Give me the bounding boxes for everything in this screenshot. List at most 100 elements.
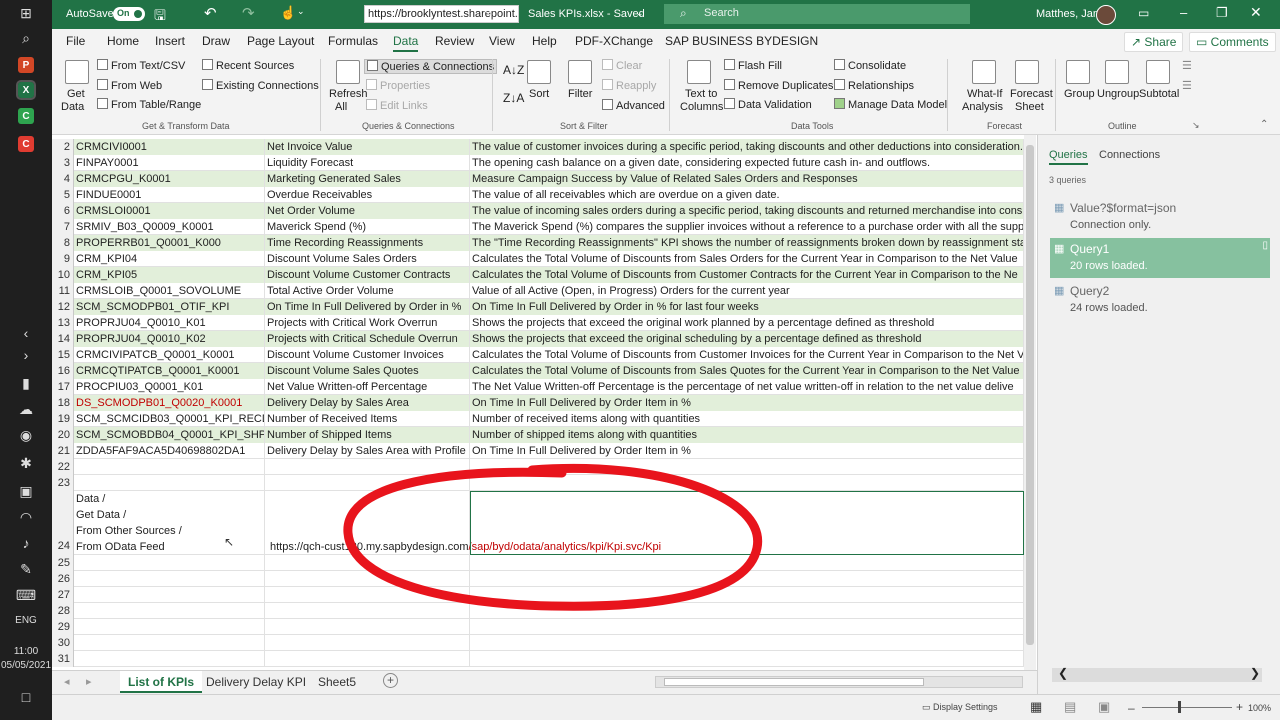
clock-date[interactable]: 05/05/2021 xyxy=(0,659,52,672)
system-tray-icon[interactable]: ▣ xyxy=(13,480,39,502)
document-url-field[interactable]: https://brooklyntest.sharepoint.c xyxy=(364,5,519,23)
notifications-icon[interactable]: □ xyxy=(13,686,39,708)
kpi-name-cell[interactable]: Time Recording Reassignments xyxy=(265,235,470,251)
tab-home[interactable]: Home xyxy=(107,34,139,48)
table-row[interactable]: 29 xyxy=(52,619,1024,635)
kpi-name-cell[interactable]: Discount Volume Customer Invoices xyxy=(265,347,470,363)
kpi-name-cell[interactable]: Net Invoice Value xyxy=(265,139,470,155)
row-number[interactable]: 27 xyxy=(52,587,74,603)
tab-pdf-xchange[interactable]: PDF-XChange xyxy=(575,34,653,48)
hide-detail-icon[interactable]: ☰ xyxy=(1182,79,1192,92)
row-number[interactable]: 28 xyxy=(52,603,74,619)
kpi-name-cell[interactable]: Overdue Receivables xyxy=(265,187,470,203)
kpi-description-cell[interactable]: Calculates the Total Volume of Discounts… xyxy=(470,251,1024,267)
kpi-id-cell[interactable]: CRMCQTIPATCB_Q0001_K0001 xyxy=(74,363,265,379)
kpi-description-cell[interactable]: Number of shipped items along with quant… xyxy=(470,427,1024,443)
comments-button[interactable]: ▭ Comments xyxy=(1189,32,1276,52)
edit-links-button[interactable]: Edit Links xyxy=(366,99,428,112)
data-validation-button[interactable]: Data Validation xyxy=(724,98,812,111)
table-row[interactable]: 13 PROPRJU04_Q0010_K01 Projects with Criti… xyxy=(52,315,1024,331)
group-label[interactable]: Group xyxy=(1064,88,1095,100)
table-row[interactable]: 3 FINPAY0001 Liquidity Forecast The opening… xyxy=(52,155,1024,171)
redo-icon[interactable]: ↷ xyxy=(242,4,255,22)
row-number[interactable]: 10 xyxy=(52,267,74,283)
what-if-label-2[interactable]: Analysis xyxy=(962,101,1003,113)
tab-page-layout[interactable]: Page Layout xyxy=(247,34,314,48)
pane-tab-connections[interactable]: Connections xyxy=(1099,149,1160,161)
close-icon[interactable]: ✕ xyxy=(1250,4,1262,21)
sort-ascending-icon[interactable]: A↓Z xyxy=(503,63,524,77)
what-if-icon[interactable] xyxy=(972,60,996,84)
tab-draw[interactable]: Draw xyxy=(202,34,230,48)
kpi-name-cell[interactable]: Discount Volume Sales Quotes xyxy=(265,363,470,379)
app-red-c-icon[interactable]: C xyxy=(18,136,34,152)
horizontal-scrollbar-thumb[interactable] xyxy=(664,678,924,686)
clear-button[interactable]: Clear xyxy=(602,59,642,72)
kpi-name-cell[interactable]: Number of Received Items xyxy=(265,411,470,427)
table-row[interactable]: 18 DS_SCMODPB01_Q0020_K0001 Delivery Delay… xyxy=(52,395,1024,411)
row-number[interactable]: 4 xyxy=(52,171,74,187)
kpi-name-cell[interactable]: Discount Volume Customer Contracts xyxy=(265,267,470,283)
volume-icon[interactable]: ♪ xyxy=(13,532,39,554)
page-layout-view-icon[interactable]: ▤ xyxy=(1064,699,1076,715)
row-number[interactable]: 25 xyxy=(52,555,74,571)
odata-path-note-cell[interactable]: Data / Get Data / From Other Sources / F… xyxy=(74,491,265,555)
scroll-left-icon[interactable]: ❮ xyxy=(1058,666,1068,680)
kpi-id-cell[interactable]: PROCPIU03_Q0001_K01 xyxy=(74,379,265,395)
table-row[interactable]: 2 CRMCIVI0001 Net Invoice Value The value o… xyxy=(52,139,1024,155)
save-icon[interactable]: 🖫 xyxy=(154,5,166,29)
sheet-tab-delivery-delay[interactable]: Delivery Delay KPI xyxy=(198,671,314,693)
row-number[interactable]: 3 xyxy=(52,155,74,171)
pane-horizontal-scrollbar[interactable] xyxy=(1052,668,1262,682)
consolidate-button[interactable]: Consolidate xyxy=(834,59,906,72)
table-row[interactable]: 4 CRMCPGU_K0001 Marketing Generated Sales M… xyxy=(52,171,1024,187)
filter-label[interactable]: Filter xyxy=(568,88,592,100)
empty-cell[interactable] xyxy=(265,635,470,651)
subtotal-icon[interactable] xyxy=(1146,60,1170,84)
table-row[interactable]: 17 PROCPIU03_Q0001_K01 Net Value Written-o… xyxy=(52,379,1024,395)
refresh-icon[interactable] xyxy=(336,60,360,84)
normal-view-icon[interactable]: ▦ xyxy=(1030,699,1042,715)
zoom-in-icon[interactable]: + xyxy=(1236,700,1243,714)
security-icon[interactable]: ◉ xyxy=(13,424,39,446)
row-number[interactable]: 29 xyxy=(52,619,74,635)
kpi-id-cell[interactable]: DS_SCMODPB01_Q0020_K0001 xyxy=(74,395,265,411)
empty-cell[interactable] xyxy=(265,651,470,667)
kpi-name-cell[interactable]: Delivery Delay by Sales Area xyxy=(265,395,470,411)
table-row[interactable]: 10 CRM_KPI05 Discount Volume Customer Cont… xyxy=(52,267,1024,283)
remove-duplicates-button[interactable]: Remove Duplicates xyxy=(724,79,833,92)
title-chevron-icon[interactable]: ⌄ xyxy=(636,8,644,19)
kpi-id-cell[interactable]: SRMIV_B03_Q0009_K0001 xyxy=(74,219,265,235)
table-row[interactable]: 11 CRMSLOIB_Q0001_SOVOLUME Total Active Or… xyxy=(52,283,1024,299)
kpi-name-cell[interactable]: Projects with Critical Schedule Overrun xyxy=(265,331,470,347)
zoom-out-icon[interactable]: – xyxy=(1128,701,1135,715)
kpi-description-cell[interactable]: The Maverick Spend (%) compares the supp… xyxy=(470,219,1024,235)
tab-formulas[interactable]: Formulas xyxy=(328,34,378,48)
tab-insert[interactable]: Insert xyxy=(155,34,185,48)
query-preview-icon[interactable]: ▯ xyxy=(1262,240,1268,251)
microphone-icon[interactable]: ▮ xyxy=(13,372,39,394)
get-data-label[interactable]: Get xyxy=(67,88,85,100)
kpi-name-cell[interactable]: Marketing Generated Sales xyxy=(265,171,470,187)
table-row[interactable]: 16 CRMCQTIPATCB_Q0001_K0001 Discount Volum… xyxy=(52,363,1024,379)
pen-icon[interactable]: ✎ xyxy=(13,558,39,580)
empty-cell[interactable] xyxy=(74,555,265,571)
empty-cell[interactable] xyxy=(74,651,265,667)
query-item-selected[interactable]: ▦ Query1 20 rows loaded. ▯ xyxy=(1050,238,1270,278)
show-detail-icon[interactable]: ☰ xyxy=(1182,59,1192,72)
kpi-name-cell[interactable]: Maverick Spend (%) xyxy=(265,219,470,235)
get-data-icon[interactable] xyxy=(65,60,89,84)
tab-data[interactable]: Data xyxy=(393,34,419,52)
what-if-label[interactable]: What-If xyxy=(967,88,1002,100)
vertical-scrollbar[interactable] xyxy=(1024,135,1036,675)
table-row[interactable]: 31 xyxy=(52,651,1024,667)
kpi-id-cell[interactable]: CRMCPGU_K0001 xyxy=(74,171,265,187)
empty-cell[interactable] xyxy=(265,619,470,635)
manage-data-model-button[interactable]: Manage Data Model xyxy=(834,98,947,111)
empty-cell[interactable] xyxy=(470,635,1024,651)
existing-connections-button[interactable]: Existing Connections xyxy=(202,79,319,92)
properties-button[interactable]: Properties xyxy=(366,79,430,92)
file-title[interactable]: Sales KPIs.xlsx - Saved xyxy=(528,8,645,20)
row-number[interactable]: 20 xyxy=(52,427,74,443)
collapse-left-icon[interactable]: ‹ xyxy=(13,322,39,344)
